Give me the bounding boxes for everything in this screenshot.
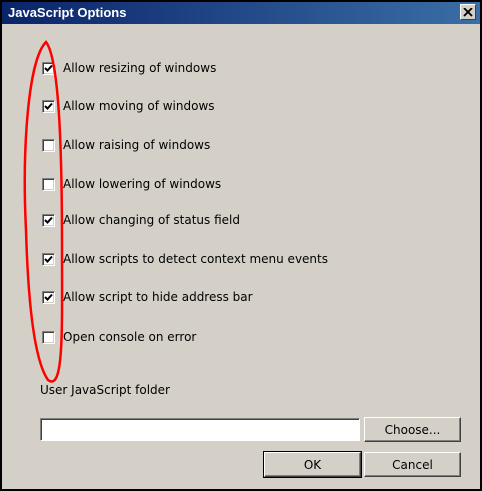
option-row-resize[interactable]: Allow resizing of windows bbox=[42, 58, 216, 78]
option-row-console[interactable]: Open console on error bbox=[42, 327, 196, 347]
checkbox-resize-windows[interactable] bbox=[42, 61, 55, 75]
user-js-folder-input[interactable] bbox=[40, 418, 360, 441]
javascript-options-dialog: JavaScript Options Allow resizing of win… bbox=[0, 0, 482, 491]
checkbox-lower-windows[interactable] bbox=[42, 177, 55, 191]
checkbox-hide-address-bar[interactable] bbox=[42, 290, 55, 304]
user-js-folder-label: User JavaScript folder bbox=[40, 383, 170, 397]
option-label: Allow lowering of windows bbox=[63, 177, 222, 191]
option-row-context-menu[interactable]: Allow scripts to detect context menu eve… bbox=[42, 249, 328, 269]
checkbox-status-field[interactable] bbox=[42, 213, 55, 227]
close-button[interactable] bbox=[460, 4, 476, 20]
checkmark-icon bbox=[44, 102, 53, 110]
checkbox-open-console[interactable] bbox=[42, 330, 55, 344]
option-label: Allow scripts to detect context menu eve… bbox=[63, 252, 328, 266]
option-label: Allow moving of windows bbox=[63, 99, 215, 113]
option-row-lower[interactable]: Allow lowering of windows bbox=[42, 174, 221, 194]
option-label: Allow changing of status field bbox=[63, 213, 240, 227]
option-row-raise[interactable]: Allow raising of windows bbox=[42, 135, 210, 155]
option-row-address-bar[interactable]: Allow script to hide address bar bbox=[42, 287, 253, 307]
checkmark-icon bbox=[44, 216, 53, 224]
checkmark-icon bbox=[44, 293, 53, 301]
option-row-move[interactable]: Allow moving of windows bbox=[42, 96, 215, 116]
checkmark-icon bbox=[44, 64, 53, 72]
option-row-status-field[interactable]: Allow changing of status field bbox=[42, 210, 240, 230]
checkmark-icon bbox=[44, 255, 53, 263]
checkbox-context-menu-events[interactable] bbox=[42, 252, 55, 266]
option-label: Allow script to hide address bar bbox=[63, 290, 253, 304]
title-bar: JavaScript Options bbox=[2, 2, 480, 24]
dialog-title: JavaScript Options bbox=[8, 5, 127, 20]
option-label: Allow raising of windows bbox=[63, 138, 211, 152]
checkbox-move-windows[interactable] bbox=[42, 99, 55, 113]
close-icon bbox=[463, 7, 473, 17]
option-label: Allow resizing of windows bbox=[63, 61, 217, 75]
option-label: Open console on error bbox=[63, 330, 197, 344]
choose-button[interactable]: Choose... bbox=[364, 417, 461, 442]
checkbox-raise-windows[interactable] bbox=[42, 138, 55, 152]
ok-button[interactable]: OK bbox=[263, 451, 362, 478]
cancel-button[interactable]: Cancel bbox=[364, 452, 461, 477]
